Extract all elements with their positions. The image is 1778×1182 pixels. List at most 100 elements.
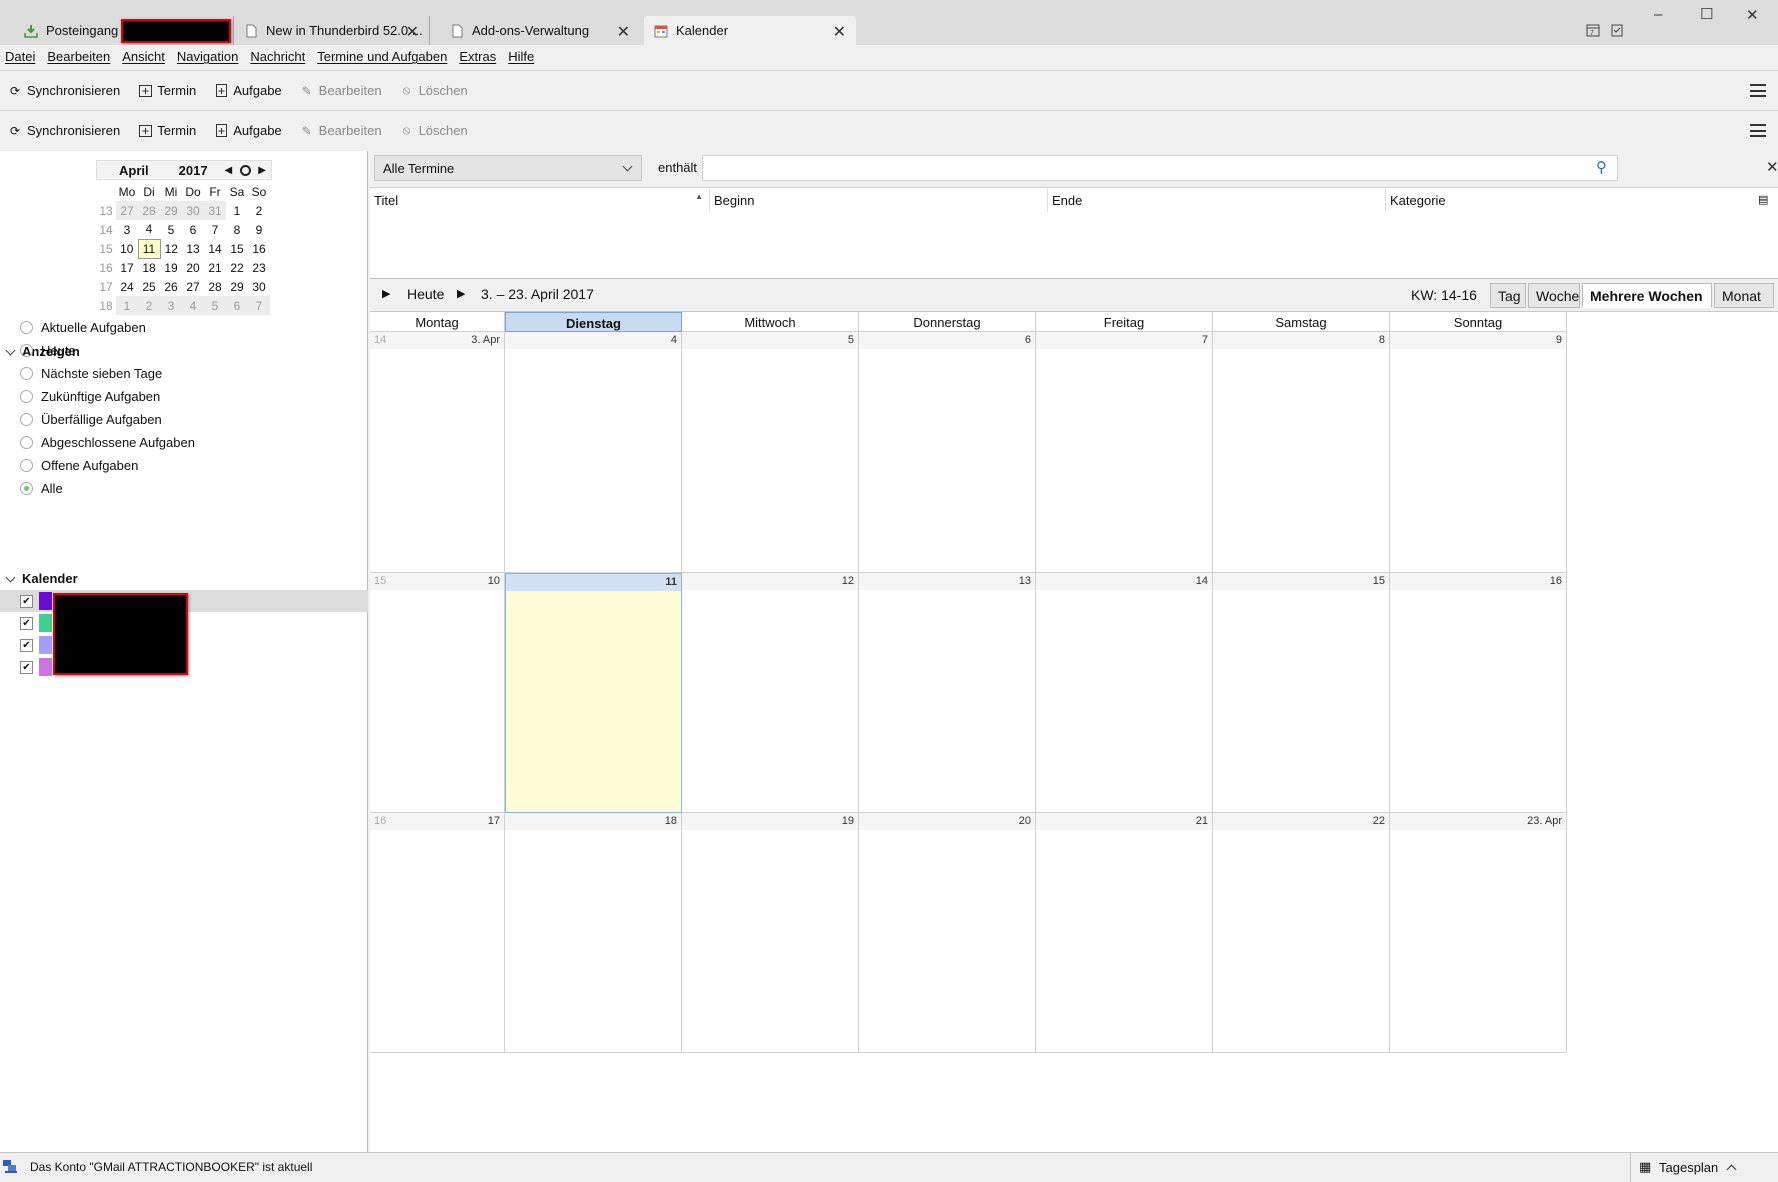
agenda-toggle[interactable]: ▦ Tagesplan — [1630, 1153, 1778, 1182]
show-option[interactable]: Heute — [20, 343, 76, 358]
maximize-icon[interactable]: ☐ — [1700, 5, 1713, 23]
delete-button[interactable]: ⦸ Löschen — [400, 83, 468, 98]
day-cell[interactable]: 20 — [859, 813, 1036, 1053]
previous-icon[interactable]: ▶ — [382, 287, 390, 300]
column-picker-icon[interactable]: ▤ — [1758, 193, 1768, 206]
edit-button[interactable]: ✎ Bearbeiten — [300, 123, 382, 138]
minicalendar-day[interactable]: 3 — [116, 220, 138, 239]
menu-ansicht[interactable]: Ansicht — [122, 49, 165, 64]
minicalendar-day[interactable]: 30 — [248, 277, 270, 296]
day-cell[interactable]: 13 — [859, 573, 1036, 813]
minicalendar-day[interactable]: 1 — [116, 296, 138, 315]
close-tab-icon[interactable]: ✕ — [617, 22, 630, 42]
minicalendar-day[interactable]: 2 — [138, 296, 160, 315]
minicalendar-day[interactable]: 27 — [182, 277, 204, 296]
view-tab-month[interactable]: Monat — [1714, 283, 1774, 308]
minicalendar-day[interactable]: 7 — [248, 296, 270, 315]
column-header-title[interactable]: Titel ▲ — [370, 188, 710, 212]
next-month-icon[interactable]: ▶ — [258, 165, 266, 176]
day-cell[interactable]: 5 — [682, 332, 859, 573]
day-cell[interactable]: 17 16 — [370, 813, 505, 1053]
show-option[interactable]: Abgeschlossene Aufgaben — [20, 435, 195, 450]
minicalendar-day[interactable]: 31 — [204, 201, 226, 220]
show-option[interactable]: Zukünftige Aufgaben — [20, 389, 160, 404]
day-cell[interactable]: 3. Apr 14 — [370, 332, 505, 573]
weekday-header[interactable]: Samstag — [1213, 312, 1390, 332]
column-header-end[interactable]: Ende — [1048, 188, 1386, 212]
radio-button[interactable] — [20, 482, 33, 495]
day-cell-today[interactable]: 11 — [505, 573, 682, 813]
minicalendar-day[interactable]: 8 — [226, 220, 248, 239]
minicalendar-day[interactable]: 20 — [182, 258, 204, 277]
show-option[interactable]: Alle — [20, 481, 63, 496]
tab-addons[interactable]: Add-ons-Verwaltung ✕ — [440, 16, 640, 45]
minicalendar-day[interactable]: 29 — [226, 277, 248, 296]
minicalendar-day[interactable]: 14 — [204, 239, 226, 258]
minicalendar-day[interactable]: 9 — [248, 220, 270, 239]
minicalendar-today[interactable]: 11 — [137, 238, 161, 259]
show-option[interactable]: Nächste sieben Tage — [20, 366, 162, 381]
hamburger-menu-icon[interactable] — [1750, 124, 1766, 137]
day-cell[interactable]: 4 — [505, 332, 682, 573]
minicalendar-day[interactable]: 27 — [116, 201, 138, 220]
minicalendar-day[interactable]: 23 — [248, 258, 270, 277]
search-input[interactable] — [702, 155, 1618, 181]
minicalendar-day[interactable]: 15 — [226, 239, 248, 258]
radio-button[interactable] — [20, 390, 33, 403]
minicalendar-day[interactable]: 18 — [138, 258, 160, 277]
weekday-header[interactable]: Montag — [370, 312, 505, 332]
calendar-checkbox[interactable]: ✔ — [20, 638, 33, 652]
weekday-header[interactable]: Freitag — [1036, 312, 1213, 332]
day-cell[interactable]: 8 — [1213, 332, 1390, 573]
minicalendar-day[interactable]: 19 — [160, 258, 182, 277]
day-cell[interactable]: 19 — [682, 813, 859, 1053]
weekday-header[interactable]: Dienstag — [505, 312, 682, 332]
close-window-icon[interactable]: ✕ — [1746, 6, 1759, 24]
radio-button[interactable] — [20, 344, 33, 357]
calendar-checkbox[interactable]: ✔ — [20, 594, 33, 608]
tab-new-in-thunderbird[interactable]: New in Thunderbird 52.0 ... ✕ — [234, 16, 430, 45]
menu-datei[interactable]: Datei — [5, 49, 35, 64]
day-cell[interactable]: 6 — [859, 332, 1036, 573]
minicalendar-day[interactable]: 24 — [116, 277, 138, 296]
menu-hilfe[interactable]: Hilfe — [508, 49, 534, 64]
new-task-button[interactable]: Aufgabe — [214, 123, 282, 138]
day-cell[interactable]: 16 — [1390, 573, 1567, 813]
prev-month-icon[interactable]: ◀ — [225, 165, 233, 176]
menu-bearbeiten[interactable]: Bearbeiten — [47, 49, 110, 64]
today-button[interactable]: Heute — [407, 286, 444, 302]
minicalendar-day[interactable]: 28 — [204, 277, 226, 296]
minicalendar-day[interactable]: 12 — [160, 239, 182, 258]
day-cell[interactable]: 15 — [1213, 573, 1390, 813]
delete-button[interactable]: ⦸ Löschen — [400, 123, 468, 138]
close-tab-icon[interactable]: ✕ — [833, 22, 846, 42]
event-filter-select[interactable]: Alle Termine — [374, 155, 642, 181]
radio-button[interactable] — [20, 413, 33, 426]
minicalendar-day[interactable]: 21 — [204, 258, 226, 277]
weekday-header[interactable]: Donnerstag — [859, 312, 1036, 332]
minicalendar-day[interactable]: 17 — [116, 258, 138, 277]
day-cell[interactable]: 14 — [1036, 573, 1213, 813]
calendar-checkbox[interactable]: ✔ — [20, 660, 33, 674]
minicalendar-day[interactable]: 16 — [248, 239, 270, 258]
weekday-header[interactable]: Mittwoch — [682, 312, 859, 332]
radio-button[interactable] — [20, 367, 33, 380]
minimize-icon[interactable]: – — [1654, 6, 1662, 23]
sync-button[interactable]: ⟳ Synchronisieren — [8, 123, 120, 138]
day-cell[interactable]: 23. Apr — [1390, 813, 1567, 1053]
clear-filter-icon[interactable]: ✕ — [1766, 158, 1778, 176]
calendar-tab-icon[interactable]: 7 — [1586, 23, 1600, 37]
minicalendar-day[interactable]: 10 — [116, 239, 138, 258]
minicalendar-day[interactable]: 1 — [226, 201, 248, 220]
minicalendar-day[interactable]: 6 — [182, 220, 204, 239]
minicalendar-day[interactable]: 3 — [160, 296, 182, 315]
radio-button[interactable] — [20, 459, 33, 472]
tasks-tab-icon[interactable] — [1610, 23, 1624, 37]
tab-calendar[interactable]: Kalender ✕ — [644, 16, 856, 45]
new-event-button[interactable]: Termin — [138, 123, 196, 138]
hamburger-menu-icon[interactable] — [1750, 84, 1766, 97]
minicalendar-day[interactable]: 30 — [182, 201, 204, 220]
minicalendar-year[interactable]: 2017 — [179, 163, 208, 178]
minicalendar-day[interactable]: 7 — [204, 220, 226, 239]
calendars-section-header[interactable]: Kalender — [5, 571, 78, 586]
